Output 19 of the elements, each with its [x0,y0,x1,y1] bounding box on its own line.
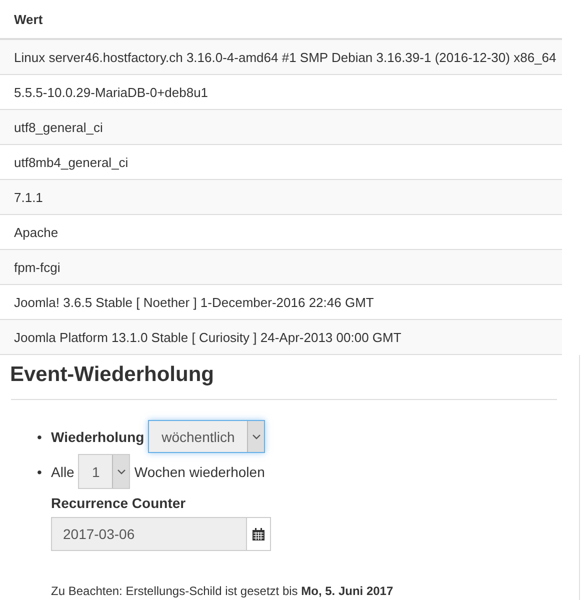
bullet: • [37,428,43,444]
table-cell: 7.1.1 [0,180,562,215]
section-title: Event-Wiederholung [10,362,215,387]
table-cell: fpm-fcgi [0,250,562,285]
bullet: • [37,464,43,480]
field-label: Wochen wiederholen [134,464,265,480]
table-cell: Linux server46.hostfactory.ch 3.16.0-4-amd64 #1 SMP Debian 3.16.39-1 (2016-12-30) x86_64 [0,40,562,75]
field-label: Recurrence Counter [51,495,187,511]
date-field[interactable]: 2017-03-06 [51,517,271,551]
caret-icon [116,468,126,474]
caret-icon [252,434,261,440]
calendar-icon [252,528,265,540]
table-cell: Joomla Platform 13.1.0 Stable [ Curiosity ] 24-Apr-2013 00:00 GMT [0,320,562,355]
field-label: Wiederholung [51,428,144,444]
repeat-select[interactable]: wöchentlich [148,420,266,453]
table-cell: utf8_general_ci [0,110,562,145]
note-text: Zu Beachten: Erstellungs-Schild ist gesetzt bis Mo, 5. Juni 2017 [51,584,394,598]
field-label: Alle [51,464,74,480]
interval-select[interactable]: 1 [78,454,130,489]
